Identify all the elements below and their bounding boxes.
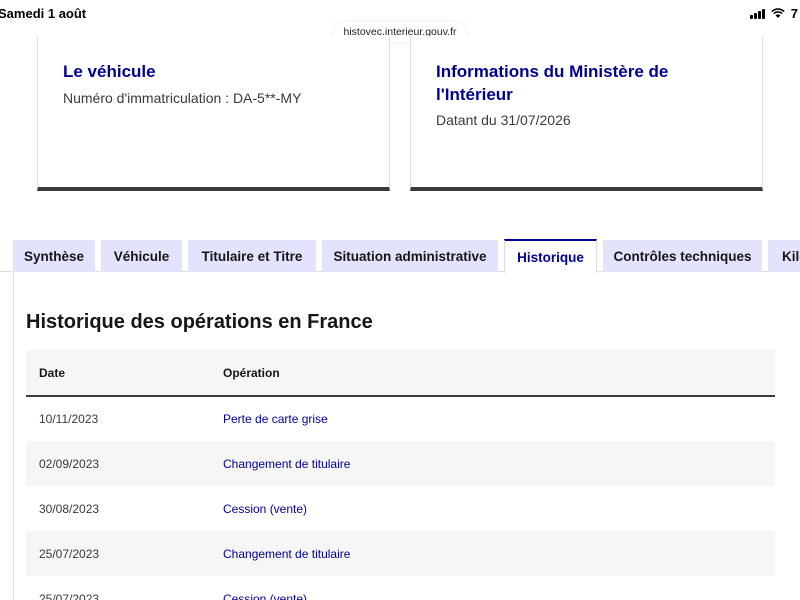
ministry-card: Informations du Ministère de l'Intérieur… bbox=[410, 36, 763, 191]
data-date: Datant du 31/07/2026 bbox=[436, 112, 571, 128]
row-operation: Perte de carte grise bbox=[223, 412, 328, 426]
row-date: 25/07/2023 bbox=[26, 531, 223, 576]
column-header-operation: Opération bbox=[223, 350, 775, 397]
battery-level: 7 bbox=[790, 6, 798, 21]
page: Samedi 1 août 7 histovec.interieur.gouv.… bbox=[0, 0, 800, 600]
tab-controles-techniques[interactable]: Contrôles techniques bbox=[603, 240, 762, 272]
ministry-card-title: Informations du Ministère de l'Intérieur bbox=[436, 62, 669, 104]
row-date: 25/07/2023 bbox=[39, 591, 100, 600]
tab-titulaire-titre[interactable]: Titulaire et Titre bbox=[188, 240, 316, 272]
table-header-row: Date Opération bbox=[26, 350, 775, 397]
table-row: 25/07/2023 Changement de titulaire bbox=[26, 531, 775, 576]
row-date: 02/09/2023 bbox=[26, 441, 223, 486]
vehicle-card: Le véhicule Numéro d'immatriculation : D… bbox=[37, 36, 390, 191]
tab-kilometrage[interactable]: Kilo bbox=[768, 240, 800, 272]
table-row: 25/07/2023 Cession (vente) bbox=[26, 576, 775, 600]
table-row: 30/08/2023 Cession (vente) bbox=[26, 486, 775, 531]
row-date: 10/11/2023 bbox=[39, 412, 99, 426]
status-indicators: 7 bbox=[749, 6, 798, 21]
history-table: Date Opération 10/11/2023 Perte de carte… bbox=[26, 350, 775, 600]
tab-situation-administrative[interactable]: Situation administrative bbox=[322, 240, 498, 272]
status-date: Samedi 1 août bbox=[0, 6, 87, 21]
row-operation: Changement de titulaire bbox=[223, 531, 775, 576]
signal-icon bbox=[749, 8, 765, 19]
table-row: 10/11/2023 Perte de carte grise bbox=[26, 396, 775, 441]
wifi-icon bbox=[771, 8, 785, 19]
tab-bar: Synthèse Véhicule Titulaire et Titre Sit… bbox=[0, 239, 800, 273]
table-row: 02/09/2023 Changement de titulaire bbox=[26, 441, 775, 486]
vehicle-card-title: Le véhicule bbox=[63, 62, 156, 81]
tab-historique[interactable]: Historique bbox=[504, 239, 597, 273]
row-operation: Changement de titulaire bbox=[223, 441, 775, 486]
row-operation: Cession (vente) bbox=[223, 501, 308, 516]
row-date: 30/08/2023 bbox=[39, 501, 100, 516]
column-header-date: Date bbox=[26, 350, 223, 397]
tab-synthese[interactable]: Synthèse bbox=[13, 240, 95, 272]
registration-number: Numéro d'immatriculation : DA-5**-MY bbox=[63, 90, 302, 106]
history-title: Historique des opérations en France bbox=[26, 311, 373, 333]
row-operation: Cession (vente) bbox=[223, 591, 308, 600]
tab-vehicule[interactable]: Véhicule bbox=[101, 240, 182, 272]
